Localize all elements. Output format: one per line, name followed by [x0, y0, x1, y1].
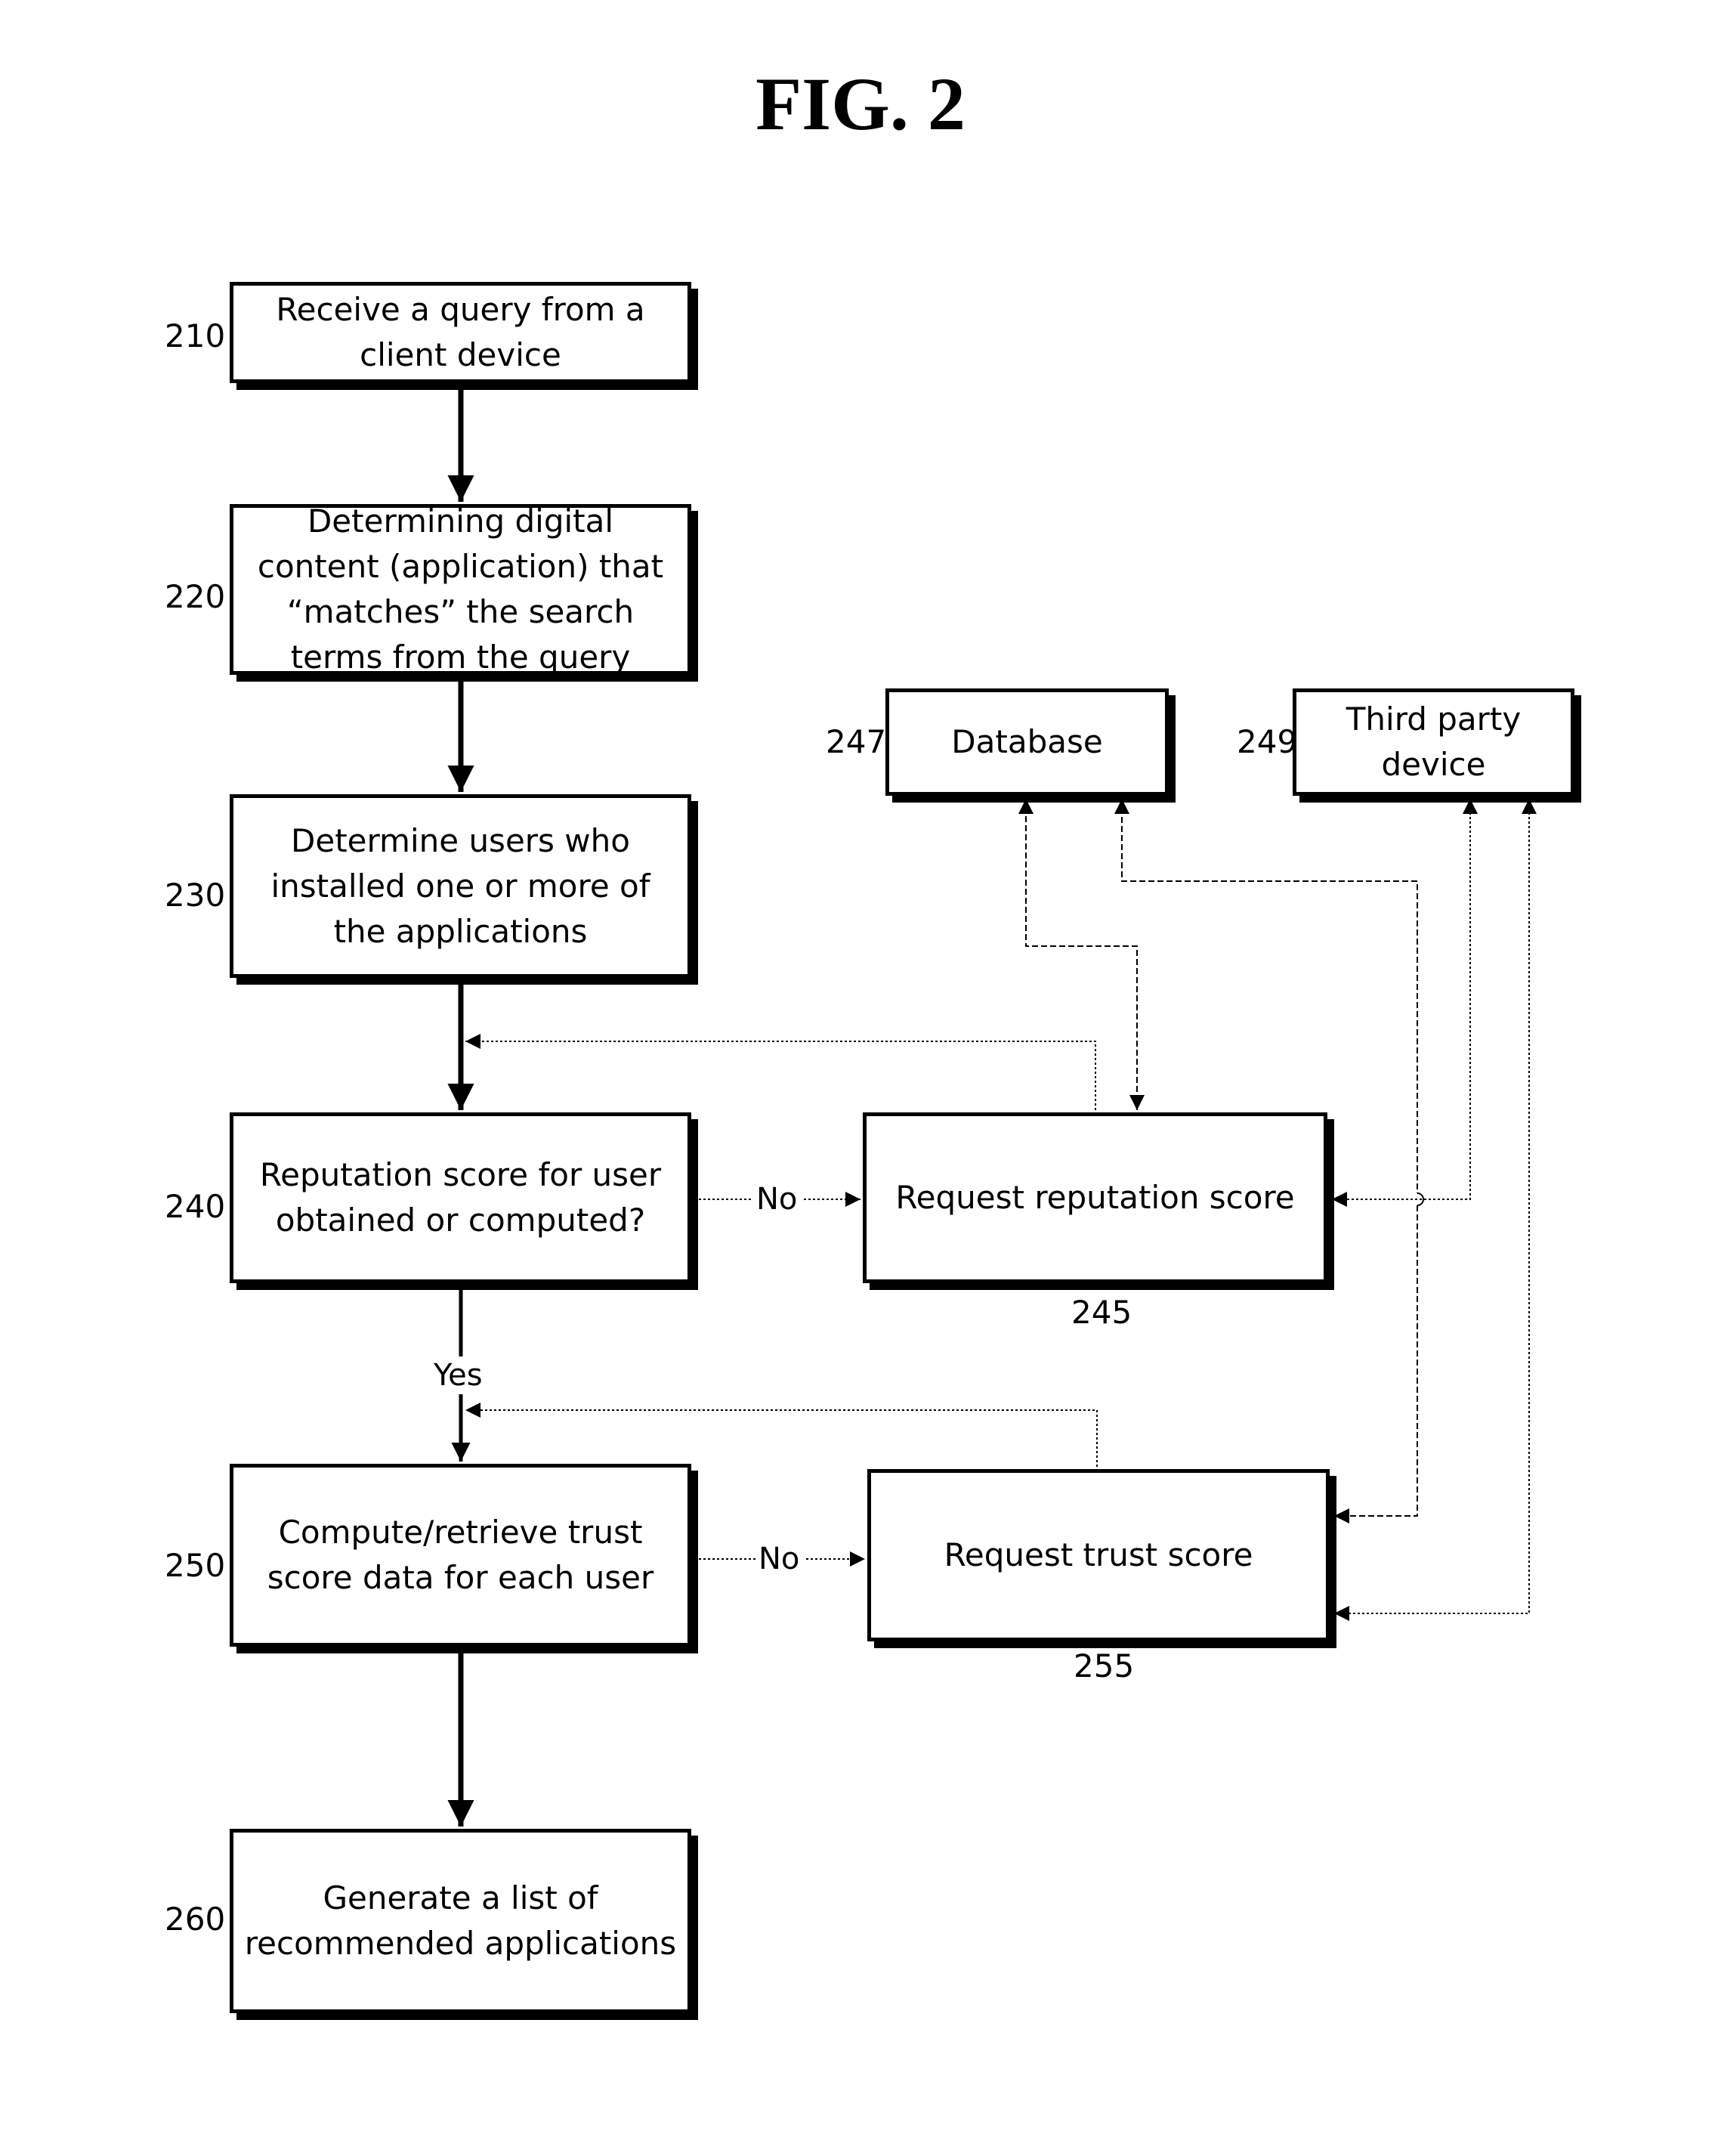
edge-label-no-trust: No — [755, 1542, 803, 1576]
step-260-text: Generate a list of recommended applicati… — [244, 1879, 677, 1962]
step-250-text: Compute/retrieve trust score data for ea… — [267, 1514, 654, 1596]
step-230-text: Determine users who installed one or mor… — [270, 821, 650, 950]
step-240-reputation-decision: Reputation score for user obtained or co… — [230, 1112, 691, 1283]
ref-245: 245 — [1071, 1294, 1132, 1331]
step-245-request-reputation: Request reputation score — [863, 1112, 1327, 1283]
node-247-database: Database — [885, 688, 1169, 796]
step-220-determine-content: Determining digital content (application… — [230, 503, 691, 676]
loop-245-to-240 — [465, 1034, 1096, 1110]
link-database-255-lower — [1334, 1205, 1418, 1523]
step-255-request-trust: Request trust score — [867, 1469, 1330, 1641]
node-247-text: Database — [951, 723, 1103, 760]
step-245-text: Request reputation score — [895, 1179, 1295, 1216]
node-249-third-party-device: Third party device — [1293, 688, 1574, 796]
node-249-text: Third party device — [1346, 701, 1522, 783]
step-220-text: Determining digital content (application… — [257, 503, 664, 676]
link-third-party-245 — [1332, 799, 1478, 1207]
ref-220: 220 — [165, 578, 226, 615]
edge-label-yes: Yes — [431, 1358, 486, 1393]
ref-250: 250 — [165, 1547, 226, 1584]
ref-240: 240 — [165, 1188, 226, 1225]
ref-230: 230 — [165, 877, 226, 914]
step-255-text: Request trust score — [944, 1536, 1253, 1573]
step-260-generate-list: Generate a list of recommended applicati… — [230, 1829, 691, 2013]
link-245-database — [1018, 799, 1145, 1110]
edge-label-no-reputation: No — [753, 1182, 801, 1217]
ref-255: 255 — [1074, 1647, 1135, 1684]
step-210-receive-query: Receive a query from a client device — [230, 282, 691, 383]
step-210-text: Receive a query from a client device — [276, 291, 645, 373]
step-250-compute-trust: Compute/retrieve trust score data for ea… — [230, 1464, 691, 1647]
step-240-text: Reputation score for user obtained or co… — [259, 1156, 662, 1239]
step-230-determine-users: Determine users who installed one or mor… — [230, 794, 691, 978]
link-third-party-255 — [1334, 799, 1537, 1621]
ref-260: 260 — [165, 1901, 226, 1938]
ref-249: 249 — [1237, 723, 1298, 760]
loop-255-to-250 — [465, 1403, 1098, 1467]
ref-210: 210 — [165, 317, 226, 354]
ref-247: 247 — [826, 723, 887, 760]
